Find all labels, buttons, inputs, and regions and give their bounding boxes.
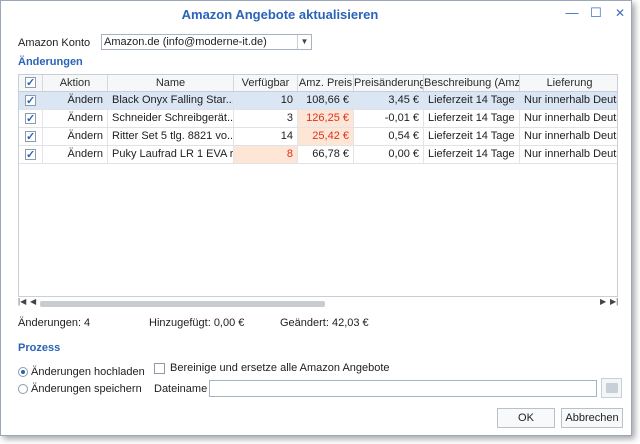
window-title: Amazon Angebote aktualisieren: [181, 7, 379, 22]
column-header-preis[interactable]: Amz. Preis: [298, 75, 354, 91]
dialog-window: Amazon Angebote aktualisieren — ☐ ✕ Amaz…: [0, 0, 632, 436]
save-radio-label[interactable]: Änderungen speichern: [31, 383, 142, 395]
table-row[interactable]: Ändern Puky Laufrad LR 1 EVA r... 8 66,7…: [19, 146, 617, 164]
table-row[interactable]: Ändern Ritter Set 5 tlg. 8821 vo... 14 2…: [19, 128, 617, 146]
column-header-aktion[interactable]: Aktion: [43, 75, 108, 91]
cell-aktion: Ändern: [43, 146, 108, 163]
account-select-value: Amazon.de (info@moderne-it.de): [104, 36, 267, 48]
row-checkbox[interactable]: [25, 111, 36, 127]
scroll-first-icon[interactable]: |◀: [18, 297, 26, 306]
cell-name: Black Onyx Falling Star...: [108, 92, 234, 109]
column-header-beschreibung[interactable]: Beschreibung (Amz.): [424, 75, 520, 91]
cell-beschreibung: Lieferzeit 14 Tage: [424, 92, 520, 109]
column-header-verfuegbar[interactable]: Verfügbar: [234, 75, 298, 91]
cell-name: Puky Laufrad LR 1 EVA r...: [108, 146, 234, 163]
close-icon[interactable]: ✕: [609, 4, 631, 22]
column-header-preisaenderung[interactable]: Preisänderung: [354, 75, 424, 91]
upload-radio[interactable]: [18, 367, 28, 377]
select-all-checkbox[interactable]: [25, 75, 36, 91]
cell-preisaenderung: 0,00 €: [354, 146, 424, 163]
row-checkbox[interactable]: [25, 147, 36, 163]
row-checkbox[interactable]: [25, 129, 36, 145]
row-checkbox-cell[interactable]: [19, 146, 43, 163]
horizontal-scrollbar[interactable]: |◀ ◀ ▶ ▶|: [18, 297, 618, 308]
cell-name: Ritter Set 5 tlg. 8821 vo...: [108, 128, 234, 145]
table-row[interactable]: Ändern Schneider Schreibgerät... 3 126,2…: [19, 110, 617, 128]
table-row[interactable]: Ändern Black Onyx Falling Star... 10 108…: [19, 92, 617, 110]
cell-verfuegbar: 10: [234, 92, 298, 109]
cell-verfuegbar: 8: [234, 146, 298, 163]
cell-preisaenderung: 3,45 €: [354, 92, 424, 109]
browse-folder-button[interactable]: [601, 378, 622, 398]
changes-section-title: Änderungen: [18, 56, 83, 68]
process-section-title: Prozess: [18, 342, 61, 354]
header-select-all[interactable]: [19, 75, 43, 91]
minimize-icon[interactable]: —: [561, 4, 583, 22]
cell-preis: 108,66 €: [298, 92, 354, 109]
row-checkbox-cell[interactable]: [19, 110, 43, 127]
upload-radio-label[interactable]: Änderungen hochladen: [31, 366, 145, 378]
changes-grid: Aktion Name Verfügbar Amz. Preis Preisän…: [18, 74, 618, 297]
cancel-button[interactable]: Abbrechen: [561, 408, 623, 428]
cell-beschreibung: Lieferzeit 14 Tage: [424, 128, 520, 145]
replace-all-checkbox[interactable]: [154, 363, 165, 374]
column-header-lieferung[interactable]: Lieferung: [520, 75, 617, 91]
folder-icon: [606, 383, 618, 393]
cell-preis: 25,42 €: [298, 128, 354, 145]
filename-input[interactable]: [209, 380, 597, 397]
scroll-left-icon[interactable]: ◀: [30, 297, 36, 306]
cell-lieferung: Nur innerhalb Deutschlan: [524, 148, 617, 160]
added-total: Hinzugefügt: 0,00 €: [149, 317, 245, 329]
cell-aktion: Ändern: [43, 92, 108, 109]
cell-preisaenderung: 0,54 €: [354, 128, 424, 145]
cell-name: Schneider Schreibgerät...: [108, 110, 234, 127]
cell-beschreibung: Lieferzeit 14 Tage: [424, 110, 520, 127]
changed-total: Geändert: 42,03 €: [280, 317, 369, 329]
changes-count: Änderungen: 4: [18, 317, 91, 329]
cell-lieferung: Nur innerhalb Deutschlan: [524, 94, 617, 106]
cell-lieferung: Nur innerhalb Deutschlan: [524, 130, 617, 142]
cell-preis: 126,25 €: [298, 110, 354, 127]
account-label: Amazon Konto: [18, 37, 91, 49]
scroll-right-icon[interactable]: ▶: [600, 297, 606, 306]
scroll-last-icon[interactable]: ▶|: [610, 297, 618, 306]
row-checkbox-cell[interactable]: [19, 92, 43, 109]
maximize-icon[interactable]: ☐: [585, 4, 607, 22]
scrollbar-thumb[interactable]: [40, 301, 325, 307]
title-bar: Amazon Angebote aktualisieren — ☐ ✕: [1, 1, 631, 27]
cell-preisaenderung: -0,01 €: [354, 110, 424, 127]
row-checkbox-cell[interactable]: [19, 128, 43, 145]
cell-verfuegbar: 3: [234, 110, 298, 127]
cell-aktion: Ändern: [43, 128, 108, 145]
row-checkbox[interactable]: [25, 93, 36, 109]
filename-label: Dateiname: [154, 383, 208, 395]
cell-lieferung: Nur innerhalb Deutschlan: [524, 112, 617, 124]
account-select[interactable]: Amazon.de (info@moderne-it.de) ▼: [101, 34, 312, 50]
grid-header: Aktion Name Verfügbar Amz. Preis Preisän…: [19, 75, 617, 92]
cell-aktion: Ändern: [43, 110, 108, 127]
cell-beschreibung: Lieferzeit 14 Tage: [424, 146, 520, 163]
replace-all-label[interactable]: Bereinige und ersetze alle Amazon Angebo…: [170, 362, 390, 374]
cell-verfuegbar: 14: [234, 128, 298, 145]
chevron-down-icon[interactable]: ▼: [297, 35, 311, 49]
ok-button[interactable]: OK: [497, 408, 555, 428]
column-header-name[interactable]: Name: [108, 75, 234, 91]
cell-preis: 66,78 €: [298, 146, 354, 163]
save-radio[interactable]: [18, 384, 28, 394]
